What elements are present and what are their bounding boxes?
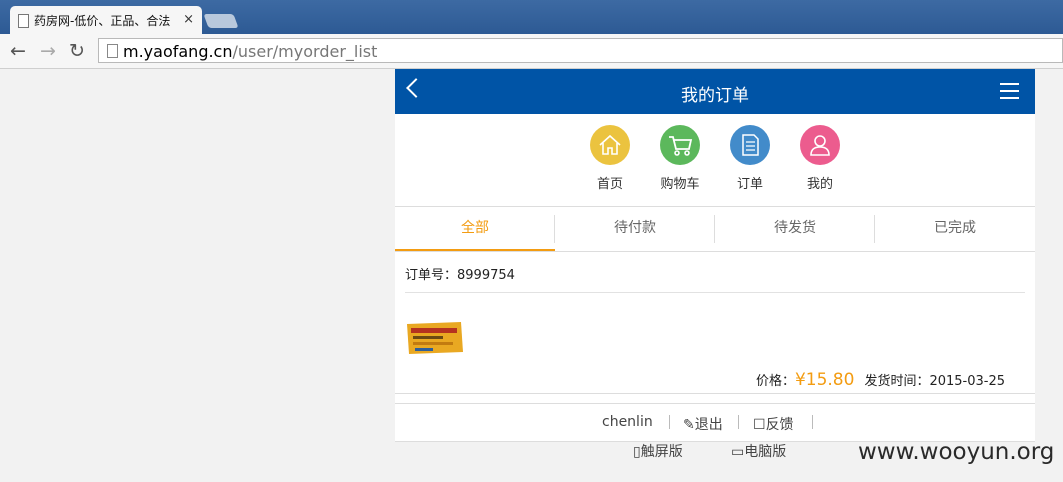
touch-version-label: 触屏版 [640, 444, 683, 460]
order-card[interactable]: 订单号：8999754 价格：¥15.80 发货时间：2015-03-25 [395, 252, 1035, 395]
touch-version-link[interactable]: ▯触屏版 [633, 441, 683, 461]
quicknav-label: 我的 [806, 177, 833, 192]
tab-pending-shipment[interactable]: 待发货 [715, 207, 875, 251]
monitor-icon: ▭ [731, 444, 745, 460]
username: chenlin [602, 414, 653, 430]
quicknav-label: 购物车 [660, 177, 700, 192]
quicknav-label: 首页 [596, 177, 623, 192]
browser-tab-strip: 药房网-低价、正品、合法 × [0, 0, 1063, 34]
logout-link[interactable]: ✎退出 [683, 414, 723, 434]
browser-tab[interactable]: 药房网-低价、正品、合法 × [10, 6, 202, 34]
divider [405, 292, 1025, 293]
edit-icon: ☐ [753, 417, 766, 433]
pencil-icon: ✎ [683, 417, 695, 433]
quicknav-label: 订单 [736, 177, 763, 192]
ship-date: 发货时间：2015-03-25 [864, 374, 1005, 389]
order-price: ¥15.80 [794, 370, 855, 390]
pc-version-link[interactable]: ▭电脑版 [731, 441, 786, 461]
mobile-page: 我的订单 首页 购物车 订单 我的 全部 待付款 待发货 已完成 订单号：899… [395, 69, 1035, 442]
watermark: www.wooyun.org [858, 439, 1055, 465]
price-row: 价格：¥15.80 发货时间：2015-03-25 [756, 370, 1005, 390]
back-arrow-icon[interactable]: ← [10, 41, 26, 61]
phone-icon: ▯ [633, 444, 641, 460]
menu-icon[interactable] [1000, 83, 1019, 104]
reload-icon[interactable]: ↻ [69, 41, 85, 61]
feedback-label: 反馈 [765, 417, 794, 433]
forward-arrow-icon[interactable]: → [40, 41, 56, 61]
divider [395, 393, 1035, 394]
url-path: /user/myorder_list [232, 42, 378, 61]
document-icon [730, 125, 770, 165]
tab-all[interactable]: 全部 [395, 207, 555, 251]
footer-divider [669, 415, 670, 429]
order-tabs: 全部 待付款 待发货 已完成 [395, 206, 1035, 252]
tab-title: 药房网-低价、正品、合法 [34, 14, 171, 28]
address-bar[interactable]: m.yaofang.cn/user/myorder_list [98, 38, 1063, 63]
page-title: 我的订单 [681, 86, 749, 106]
pc-version-label: 电脑版 [744, 444, 787, 460]
quicknav-mine[interactable]: 我的 [790, 125, 850, 192]
new-tab-button[interactable] [203, 14, 239, 28]
user-footer: chenlin ✎退出 ☐反馈 [395, 403, 1035, 442]
quicknav-home[interactable]: 首页 [580, 125, 640, 192]
url-text: m.yaofang.cn/user/myorder_list [123, 42, 377, 61]
product-thumbnail[interactable] [405, 320, 465, 356]
order-number: 订单号：8999754 [405, 268, 515, 283]
user-icon [800, 125, 840, 165]
cart-icon [660, 125, 700, 165]
price-label: 价格： [755, 374, 795, 389]
tab-close-icon[interactable]: × [183, 12, 194, 27]
quicknav-cart[interactable]: 购物车 [650, 125, 710, 192]
page-icon [107, 44, 118, 58]
page-icon [18, 13, 29, 28]
tab-completed[interactable]: 已完成 [875, 207, 1035, 251]
url-host: m.yaofang.cn [123, 42, 233, 61]
footer-divider [812, 415, 813, 429]
tab-pending-payment[interactable]: 待付款 [555, 207, 715, 251]
quicknav-orders[interactable]: 订单 [720, 125, 780, 192]
page-header: 我的订单 [395, 69, 1035, 114]
logout-label: 退出 [694, 417, 723, 433]
footer-divider [738, 415, 739, 429]
quick-nav: 首页 购物车 订单 我的 [395, 114, 1035, 206]
browser-toolbar: ← → ↻ m.yaofang.cn/user/myorder_list [0, 34, 1063, 69]
feedback-link[interactable]: ☐反馈 [753, 414, 794, 434]
home-icon [590, 125, 630, 165]
